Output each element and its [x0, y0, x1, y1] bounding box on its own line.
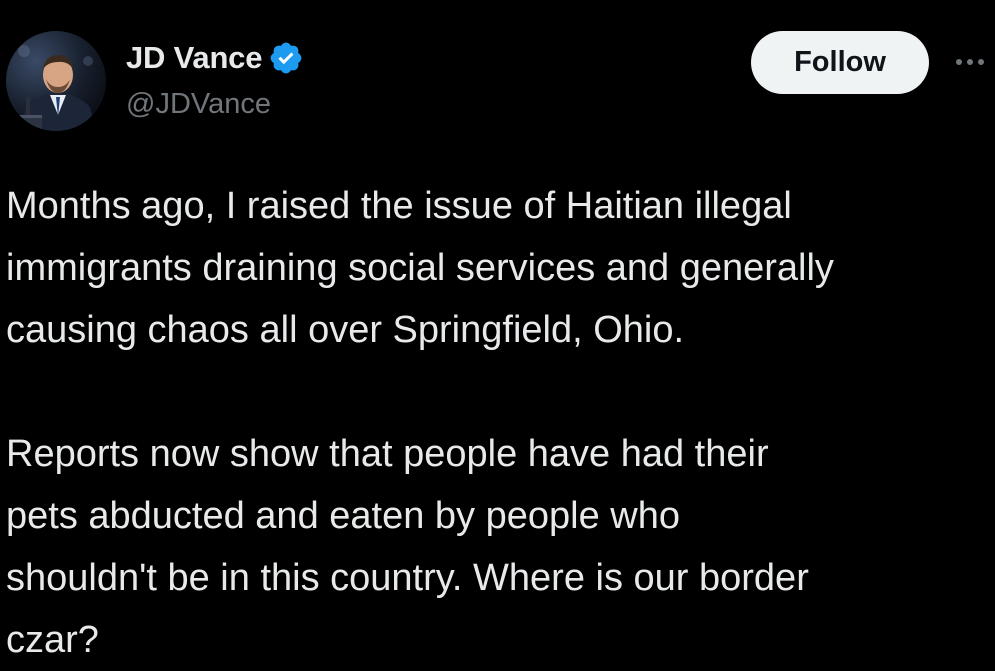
more-dot — [956, 59, 962, 65]
tweet-card: JD Vance @JDVance Follow Months ago, I r… — [0, 0, 995, 661]
author-name-row: JD Vance — [126, 38, 304, 78]
tweet-line: pets abducted and eaten by people who — [6, 495, 680, 537]
tweet-line: shouldn't be in this country. Where is o… — [6, 557, 809, 599]
tweet-line: causing chaos all over Springfield, Ohio… — [6, 309, 685, 351]
tweet-line: czar? — [6, 619, 99, 661]
more-dot — [978, 59, 984, 65]
verified-badge-icon[interactable] — [268, 40, 304, 76]
more-options-icon[interactable] — [948, 52, 992, 72]
tweet-line: Months ago, I raised the issue of Haitia… — [6, 185, 792, 227]
avatar-image — [6, 31, 106, 131]
tweet-line: immigrants draining social services and … — [6, 247, 834, 289]
paragraph-break — [6, 361, 991, 423]
follow-button[interactable]: Follow — [751, 31, 929, 94]
author-display-name[interactable]: JD Vance — [126, 40, 262, 76]
tweet-line: Reports now show that people have had th… — [6, 433, 769, 475]
more-dot — [967, 59, 973, 65]
author-handle[interactable]: @JDVance — [126, 88, 271, 121]
avatar[interactable] — [6, 31, 106, 131]
tweet-text: Months ago, I raised the issue of Haitia… — [6, 175, 991, 671]
